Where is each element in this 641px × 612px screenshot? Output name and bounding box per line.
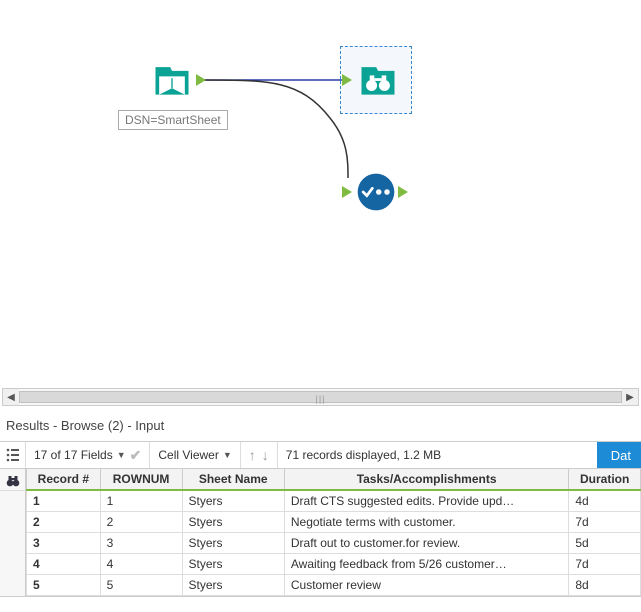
scroll-thumb[interactable]: ||| [19, 391, 622, 403]
arrow-down-icon[interactable]: ↓ [262, 447, 269, 463]
connection-input-to-browse [0, 0, 641, 388]
browse-tool[interactable] [354, 56, 402, 104]
binoculars-tab-button[interactable] [0, 469, 26, 491]
table-header-row: Record # ROWNUM Sheet Name Tasks/Accompl… [27, 469, 641, 490]
checkmark-icon: ✔ [130, 447, 142, 464]
cell-record: 1 [27, 490, 101, 512]
results-table[interactable]: Record # ROWNUM Sheet Name Tasks/Accompl… [26, 469, 641, 596]
cell-duration: 7d [569, 512, 641, 533]
table-row[interactable]: 33StyersDraft out to customer.for review… [27, 533, 641, 554]
canvas-horizontal-scrollbar[interactable]: ◀ ||| ▶ [2, 388, 639, 406]
chevron-down-icon: ▼ [117, 450, 126, 460]
cell-rownum: 2 [100, 512, 182, 533]
round-in-port[interactable] [342, 186, 352, 198]
round-checks-icon [354, 170, 398, 214]
table-row[interactable]: 22StyersNegotiate terms with customer.7d [27, 512, 641, 533]
cell-task: Customer review [284, 575, 568, 596]
table-row[interactable]: 55StyersCustomer review8d [27, 575, 641, 596]
cell-task: Draft CTS suggested edits. Provide upd… [284, 490, 568, 512]
cell-sheet: Styers [182, 512, 284, 533]
fields-summary-label: 17 of 17 Fields [34, 448, 113, 462]
list-dots-icon [5, 447, 21, 463]
cell-record: 3 [27, 533, 101, 554]
cell-task: Draft out to customer.for review. [284, 533, 568, 554]
arrow-up-icon[interactable]: ↑ [249, 447, 256, 463]
cell-duration: 8d [569, 575, 641, 596]
col-header-rownum[interactable]: ROWNUM [100, 469, 182, 490]
input-node-label: DSN=SmartSheet [118, 110, 228, 130]
results-grid-wrap: Record # ROWNUM Sheet Name Tasks/Accompl… [0, 469, 641, 597]
browse-in-port[interactable] [342, 74, 352, 86]
col-header-record[interactable]: Record # [27, 469, 101, 490]
workflow-canvas[interactable]: DSN=SmartSheet [0, 0, 641, 388]
chevron-down-icon: ▼ [223, 450, 232, 460]
cell-sheet: Styers [182, 554, 284, 575]
cell-duration: 5d [569, 533, 641, 554]
cell-viewer-dropdown[interactable]: Cell Viewer ▼ [150, 442, 240, 468]
data-button[interactable]: Dat [597, 442, 641, 468]
cell-task: Awaiting feedback from 5/26 customer… [284, 554, 568, 575]
scroll-grip-icon: ||| [315, 394, 325, 404]
cell-viewer-label: Cell Viewer [158, 448, 218, 462]
data-button-label: Dat [611, 448, 631, 463]
round-out-port[interactable] [398, 186, 408, 198]
fields-dropdown[interactable]: 17 of 17 Fields ▼ ✔ [26, 442, 150, 468]
results-panel: Results - Browse (2) - Input 17 of 17 Fi… [0, 414, 641, 597]
scroll-track[interactable]: ||| [19, 389, 622, 405]
records-summary-label: 71 records displayed, 1.2 MB [286, 448, 441, 462]
col-header-duration[interactable]: Duration [569, 469, 641, 490]
sort-controls[interactable]: ↑ ↓ [241, 442, 278, 468]
cell-record: 2 [27, 512, 101, 533]
cell-record: 4 [27, 554, 101, 575]
field-config-button[interactable] [0, 442, 26, 468]
binoculars-folder-icon [356, 58, 400, 102]
scroll-right-arrow[interactable]: ▶ [622, 389, 638, 405]
table-row[interactable]: 44StyersAwaiting feedback from 5/26 cust… [27, 554, 641, 575]
cell-sheet: Styers [182, 575, 284, 596]
cell-rownum: 1 [100, 490, 182, 512]
results-title: Results - Browse (2) - Input [0, 414, 641, 441]
cell-duration: 4d [569, 490, 641, 512]
records-summary: 71 records displayed, 1.2 MB [278, 442, 449, 468]
input-out-port[interactable] [196, 74, 206, 86]
cell-record: 5 [27, 575, 101, 596]
cell-sheet: Styers [182, 533, 284, 554]
col-header-tasks[interactable]: Tasks/Accomplishments [284, 469, 568, 490]
cell-task: Negotiate terms with customer. [284, 512, 568, 533]
col-header-sheet[interactable]: Sheet Name [182, 469, 284, 490]
scroll-left-arrow[interactable]: ◀ [3, 389, 19, 405]
results-side-icons [0, 469, 26, 596]
cell-rownum: 3 [100, 533, 182, 554]
cell-duration: 7d [569, 554, 641, 575]
cell-sheet: Styers [182, 490, 284, 512]
binoculars-icon [5, 473, 21, 487]
results-toolbar: 17 of 17 Fields ▼ ✔ Cell Viewer ▼ ↑ ↓ 71… [0, 441, 641, 469]
cell-rownum: 5 [100, 575, 182, 596]
output-tool[interactable] [352, 168, 400, 216]
folder-book-icon [150, 58, 194, 102]
cell-rownum: 4 [100, 554, 182, 575]
input-data-tool[interactable] [148, 56, 196, 104]
table-row[interactable]: 11StyersDraft CTS suggested edits. Provi… [27, 490, 641, 512]
